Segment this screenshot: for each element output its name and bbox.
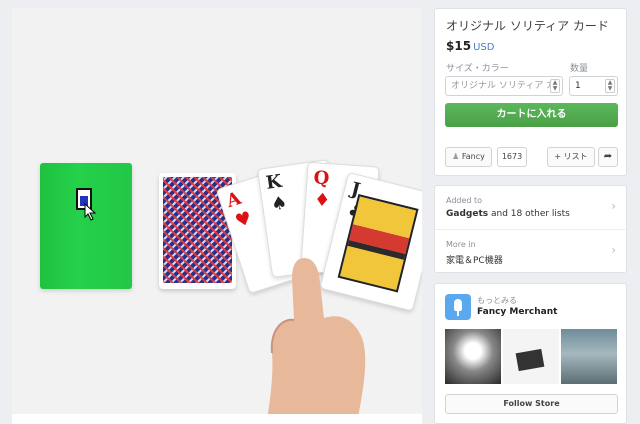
- product-price: $15 USD: [446, 39, 494, 53]
- card-rank: Q: [312, 167, 331, 190]
- more-in-label: More in: [446, 240, 476, 249]
- product-info-panel: オリジナル ソリティア カード $15 USD サイズ・カラー 数量 オリジナル …: [434, 8, 627, 176]
- collections-panel: Added to Gadgets and 18 other lists › Mo…: [434, 185, 627, 273]
- chevron-right-icon: ›: [611, 199, 616, 213]
- added-to-rest: and 18 other lists: [488, 209, 570, 219]
- merchant-icon[interactable]: [445, 294, 471, 320]
- more-in-value: 家電＆PC機器: [446, 256, 503, 266]
- size-color-select[interactable]: オリジナル ソリティア カ ▲ ▼: [445, 76, 563, 96]
- size-color-value: オリジナル ソリティア カ: [451, 81, 556, 91]
- select-arrows-icon: ▲ ▼: [605, 79, 615, 93]
- fancy-button[interactable]: ♟ Fancy: [445, 147, 492, 167]
- added-to-list[interactable]: Gadgets: [446, 209, 488, 219]
- card-rank: K: [264, 170, 284, 194]
- merchant-thumbnail[interactable]: [503, 329, 559, 384]
- added-to-row[interactable]: Added to Gadgets and 18 other lists ›: [435, 186, 626, 230]
- added-to-label: Added to: [446, 196, 483, 205]
- spade-icon: ♠: [269, 192, 289, 216]
- size-color-label: サイズ・カラー: [446, 64, 509, 74]
- price-value: $15: [446, 39, 472, 53]
- fancy-icon: ♟: [452, 152, 460, 161]
- fancy-count: 1673: [497, 147, 527, 167]
- quantity-stepper[interactable]: 1 ▲ ▼: [569, 76, 618, 96]
- added-to-value: Gadgets and 18 other lists: [446, 209, 570, 219]
- share-button[interactable]: ➦: [598, 147, 618, 167]
- currency-label: USD: [473, 42, 495, 53]
- follow-store-button[interactable]: Follow Store: [445, 394, 618, 414]
- more-in-row[interactable]: More in 家電＆PC機器 ›: [435, 230, 626, 274]
- add-to-cart-button[interactable]: カートに入れる: [445, 103, 618, 127]
- quantity-value: 1: [575, 81, 581, 91]
- chevron-right-icon: ›: [611, 243, 616, 257]
- heart-icon: ♥: [232, 207, 255, 233]
- diamond-icon: ♦: [313, 189, 331, 212]
- product-title: オリジナル ソリティア カード: [446, 19, 609, 33]
- share-icon: ➦: [603, 151, 613, 162]
- quantity-label: 数量: [570, 64, 589, 74]
- merchant-more-label: もっとみる: [477, 296, 517, 305]
- card-rank: A: [223, 187, 244, 213]
- add-to-list-button[interactable]: + リスト: [547, 147, 595, 167]
- merchant-thumbnail[interactable]: [561, 329, 617, 384]
- select-arrows-icon: ▲ ▼: [550, 79, 560, 93]
- fancy-label: Fancy: [461, 152, 485, 161]
- merchant-name[interactable]: Fancy Merchant: [477, 307, 557, 317]
- merchant-thumbnail[interactable]: [445, 329, 501, 384]
- product-photo[interactable]: A ♥ K ♠ Q ♦ J ♣: [12, 8, 422, 424]
- solitaire-box-image: [40, 163, 132, 289]
- hand-image: [266, 258, 366, 424]
- photo-bottom-strip: [12, 414, 422, 424]
- merchant-panel: もっとみる Fancy Merchant Follow Store: [434, 283, 627, 424]
- cursor-icon: [84, 203, 97, 221]
